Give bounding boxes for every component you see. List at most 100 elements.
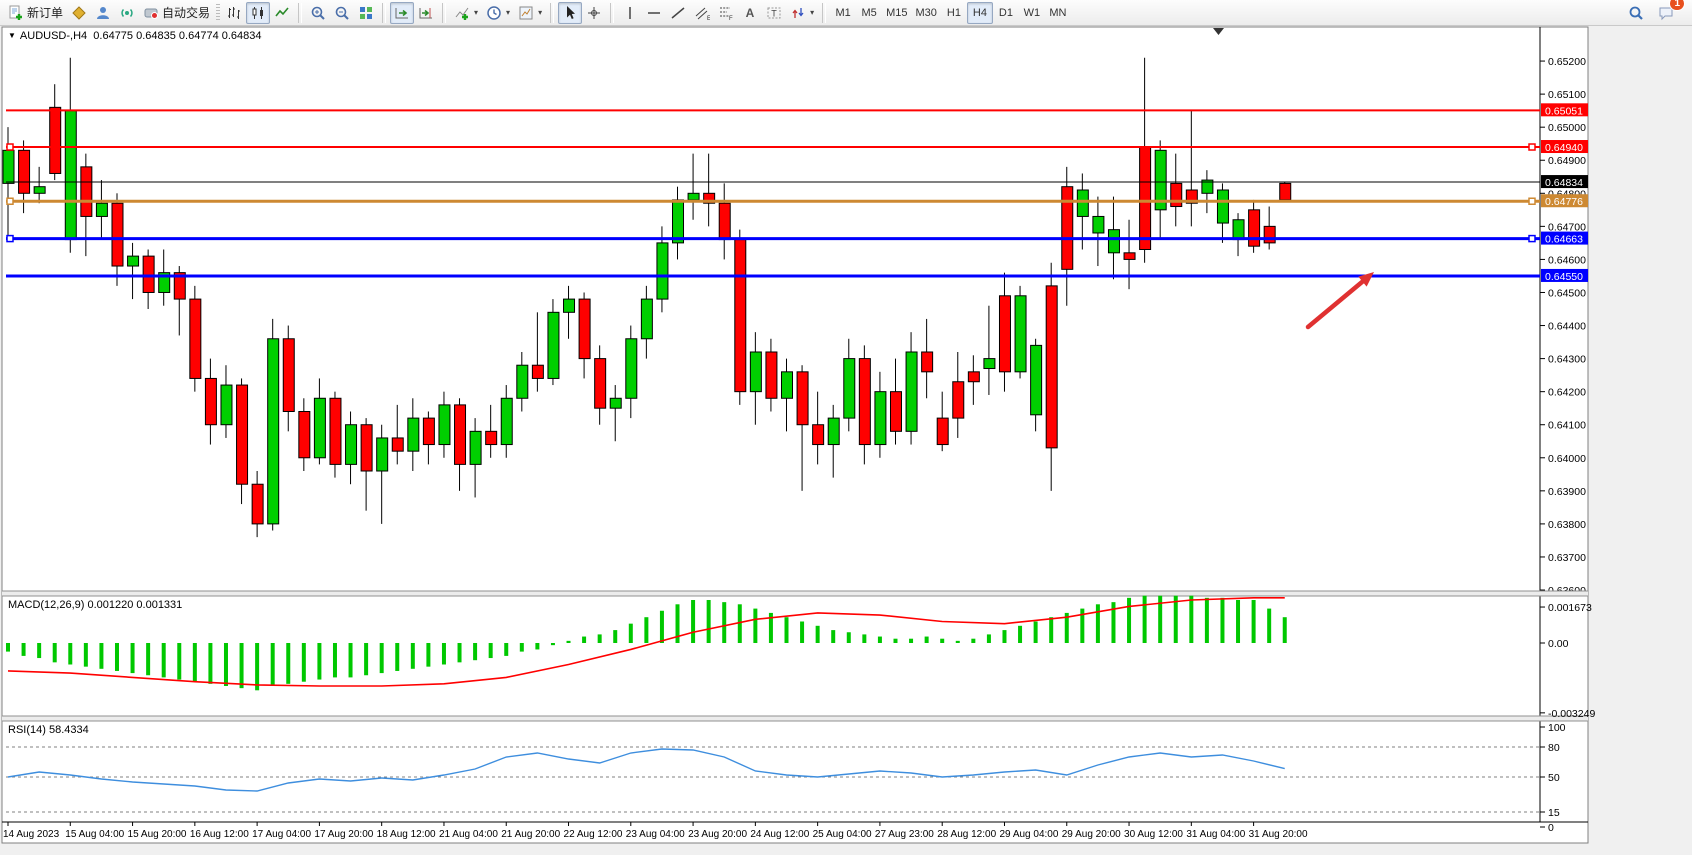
auto-scroll-icon — [394, 5, 410, 21]
trendline-button[interactable] — [666, 2, 690, 24]
arrows-button[interactable]: ▾ — [786, 2, 818, 24]
profiles-button[interactable] — [91, 2, 115, 24]
timeframe-mn-button[interactable]: MN — [1045, 2, 1071, 24]
new-order-icon — [8, 5, 24, 21]
indicators-button[interactable]: ▾ — [450, 2, 482, 24]
svg-text:-0.003249: -0.003249 — [1548, 708, 1595, 720]
timeframe-w1-button[interactable]: W1 — [1019, 2, 1045, 24]
crosshair-icon — [586, 5, 602, 21]
toolbar-separator — [442, 3, 446, 23]
notification-badge: 1 — [1669, 0, 1685, 11]
equidistant-channel-button[interactable]: E — [690, 2, 714, 24]
timeframe-d1-button[interactable]: D1 — [993, 2, 1019, 24]
svg-text:21 Aug 20:00: 21 Aug 20:00 — [501, 829, 560, 840]
candlestick-chart-button[interactable] — [246, 2, 270, 24]
svg-text:31 Aug 04:00: 31 Aug 04:00 — [1186, 829, 1245, 840]
vertical-line-icon — [622, 5, 638, 21]
svg-text:23 Aug 20:00: 23 Aug 20:00 — [688, 829, 747, 840]
svg-text:E: E — [707, 16, 710, 21]
toolbar-separator — [298, 3, 302, 23]
text-icon: A — [742, 5, 758, 21]
svg-text:25 Aug 04:00: 25 Aug 04:00 — [813, 829, 872, 840]
symbol-title[interactable]: ▼AUDUSD-,H4 0.64775 0.64835 0.64774 0.64… — [8, 30, 262, 42]
svg-text:0.63900: 0.63900 — [1548, 486, 1586, 498]
timeframe-h1-button[interactable]: H1 — [941, 2, 967, 24]
svg-text:0.64400: 0.64400 — [1548, 321, 1586, 333]
equidistant-channel-icon: E — [694, 5, 710, 21]
svg-text:0.63800: 0.63800 — [1548, 519, 1586, 531]
new-order-label: 新订单 — [27, 4, 63, 21]
cursor-icon — [562, 5, 578, 21]
svg-text:0.64700: 0.64700 — [1548, 221, 1586, 233]
timeframe-m15-button[interactable]: M15 — [882, 2, 911, 24]
auto-trading-button[interactable]: 自动交易 — [139, 2, 214, 24]
timeframe-m1-button[interactable]: M1 — [830, 2, 856, 24]
text-label-button[interactable]: T — [762, 2, 786, 24]
svg-text:23 Aug 04:00: 23 Aug 04:00 — [626, 829, 685, 840]
toolbar-separator — [550, 3, 554, 23]
auto-scroll-button[interactable] — [390, 2, 414, 24]
svg-text:0.64300: 0.64300 — [1548, 354, 1586, 366]
zoom-out-icon — [334, 5, 350, 21]
trendline-icon — [670, 5, 686, 21]
svg-text:0.64100: 0.64100 — [1548, 420, 1586, 432]
market-watch-icon — [71, 5, 87, 21]
chart-shift-button[interactable] — [414, 2, 438, 24]
symbol-period: AUDUSD-,H4 — [20, 30, 87, 42]
horizontal-line-icon — [646, 5, 662, 21]
crosshair-button[interactable] — [582, 2, 606, 24]
svg-text:100: 100 — [1548, 722, 1566, 734]
svg-text:29 Aug 20:00: 29 Aug 20:00 — [1062, 829, 1121, 840]
chart-canvas[interactable]: 0.652000.651000.650000.649000.648000.647… — [0, 0, 1692, 855]
line-chart-icon — [274, 5, 290, 21]
svg-text:0.64663: 0.64663 — [1545, 234, 1583, 246]
vertical-line-button[interactable] — [618, 2, 642, 24]
signals-button[interactable] — [115, 2, 139, 24]
svg-text:18 Aug 12:00: 18 Aug 12:00 — [377, 829, 436, 840]
fibonacci-button[interactable]: F — [714, 2, 738, 24]
svg-text:0.64834: 0.64834 — [1545, 177, 1583, 189]
svg-text:0: 0 — [1548, 822, 1554, 834]
svg-text:14 Aug 2023: 14 Aug 2023 — [3, 829, 60, 840]
candlestick-chart-icon — [250, 5, 266, 21]
symbol-dropdown-icon: ▼ — [8, 31, 16, 40]
line-chart-button[interactable] — [270, 2, 294, 24]
svg-text:0.64550: 0.64550 — [1545, 271, 1583, 283]
auto-trading-icon — [143, 5, 159, 21]
svg-text:15 Aug 04:00: 15 Aug 04:00 — [65, 829, 124, 840]
svg-text:0.65051: 0.65051 — [1545, 105, 1583, 117]
fibonacci-icon: F — [718, 5, 734, 21]
timeframe-h4-button[interactable]: H4 — [967, 2, 993, 24]
svg-text:31 Aug 20:00: 31 Aug 20:00 — [1249, 829, 1308, 840]
svg-text:15: 15 — [1548, 807, 1560, 819]
svg-text:0.64500: 0.64500 — [1548, 287, 1586, 299]
tile-windows-button[interactable] — [354, 2, 378, 24]
text-button[interactable]: A — [738, 2, 762, 24]
bar-chart-button[interactable] — [222, 2, 246, 24]
zoom-in-button[interactable] — [306, 2, 330, 24]
toolbar-separator — [382, 3, 386, 23]
svg-text:21 Aug 04:00: 21 Aug 04:00 — [439, 829, 498, 840]
timeframe-m30-button[interactable]: M30 — [912, 2, 941, 24]
toolbar-separator — [610, 3, 614, 23]
svg-text:0.00: 0.00 — [1548, 638, 1569, 650]
svg-text:0.63700: 0.63700 — [1548, 552, 1586, 564]
templates-button[interactable]: ▾ — [514, 2, 546, 24]
svg-text:0.64000: 0.64000 — [1548, 453, 1586, 465]
search-button[interactable] — [1624, 2, 1648, 24]
svg-text:0.64200: 0.64200 — [1548, 387, 1586, 399]
svg-text:16 Aug 12:00: 16 Aug 12:00 — [190, 829, 249, 840]
timeframe-m5-button[interactable]: M5 — [856, 2, 882, 24]
templates-icon — [518, 5, 534, 21]
horizontal-line-button[interactable] — [642, 2, 666, 24]
new-order-button[interactable]: 新订单 — [4, 2, 67, 24]
tile-windows-icon — [358, 5, 374, 21]
zoom-out-button[interactable] — [330, 2, 354, 24]
periods-button[interactable]: ▾ — [482, 2, 514, 24]
indicators-icon — [454, 5, 470, 21]
svg-text:50: 50 — [1548, 772, 1560, 784]
cursor-button[interactable] — [558, 2, 582, 24]
profiles-icon — [95, 5, 111, 21]
market-watch-button[interactable] — [67, 2, 91, 24]
toolbar-separator — [822, 3, 826, 23]
